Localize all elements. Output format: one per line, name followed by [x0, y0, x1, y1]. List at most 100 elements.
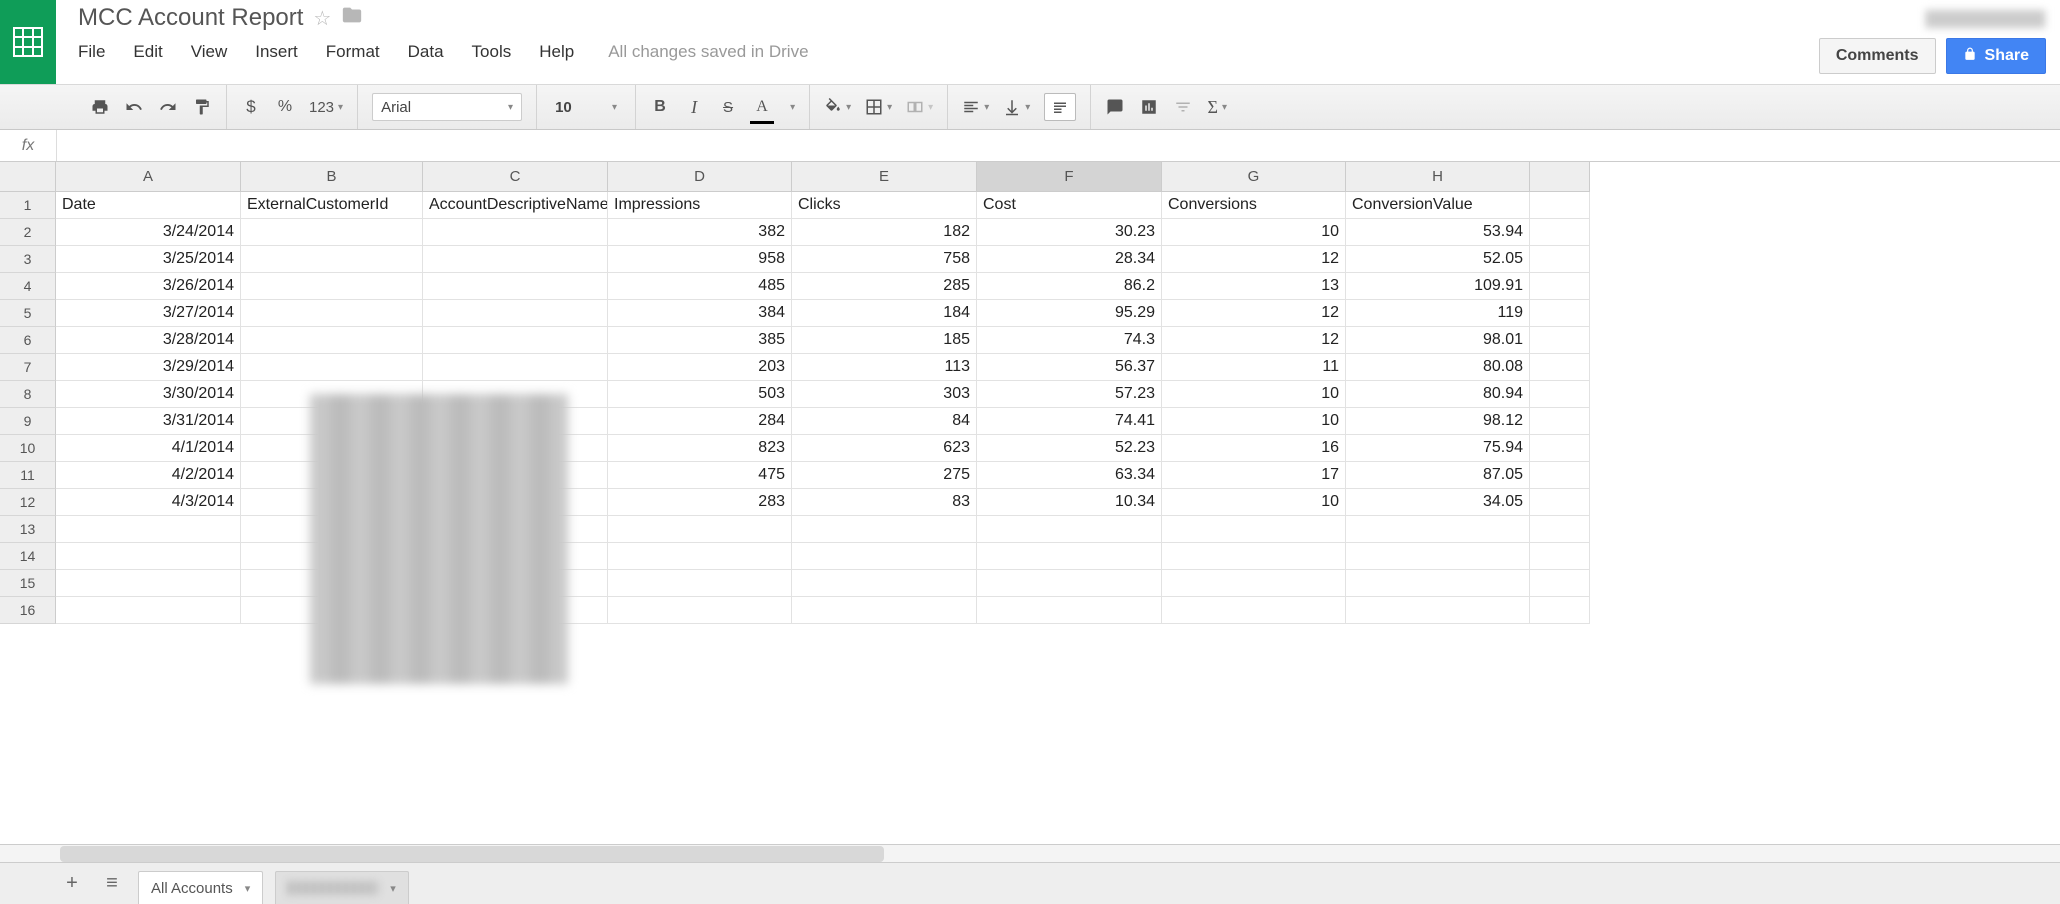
cell-D3[interactable]: 958 [608, 246, 792, 273]
cell-trailing-5[interactable] [1530, 300, 1590, 327]
cell-C5[interactable] [423, 300, 608, 327]
text-wrap-button[interactable] [1044, 93, 1076, 121]
cell-G5[interactable]: 12 [1162, 300, 1346, 327]
cell-G1[interactable]: Conversions [1162, 192, 1346, 219]
cell-F8[interactable]: 57.23 [977, 381, 1162, 408]
cell-A2[interactable]: 3/24/2014 [56, 219, 241, 246]
cell-E12[interactable]: 83 [792, 489, 977, 516]
cell-trailing-9[interactable] [1530, 408, 1590, 435]
cell-E3[interactable]: 758 [792, 246, 977, 273]
row-header-6[interactable]: 6 [0, 327, 56, 354]
cell-D6[interactable]: 385 [608, 327, 792, 354]
menu-view[interactable]: View [191, 42, 228, 62]
row-header-11[interactable]: 11 [0, 462, 56, 489]
cell-G8[interactable]: 10 [1162, 381, 1346, 408]
cell-H6[interactable]: 98.01 [1346, 327, 1530, 354]
cell-E13[interactable] [792, 516, 977, 543]
row-header-7[interactable]: 7 [0, 354, 56, 381]
cell-H4[interactable]: 109.91 [1346, 273, 1530, 300]
row-header-10[interactable]: 10 [0, 435, 56, 462]
cell-F7[interactable]: 56.37 [977, 354, 1162, 381]
cell-H8[interactable]: 80.94 [1346, 381, 1530, 408]
cell-H15[interactable] [1346, 570, 1530, 597]
cell-A6[interactable]: 3/28/2014 [56, 327, 241, 354]
cell-G6[interactable]: 12 [1162, 327, 1346, 354]
cell-A4[interactable]: 3/26/2014 [56, 273, 241, 300]
row-header-5[interactable]: 5 [0, 300, 56, 327]
share-button[interactable]: Share [1946, 38, 2046, 74]
cell-H14[interactable] [1346, 543, 1530, 570]
format-number-dropdown[interactable]: 123▾ [309, 93, 343, 121]
cell-D4[interactable]: 485 [608, 273, 792, 300]
borders-button[interactable]: ▾ [865, 93, 892, 121]
cell-D15[interactable] [608, 570, 792, 597]
italic-button[interactable]: I [684, 93, 704, 121]
col-header-G[interactable]: G [1162, 162, 1346, 192]
cell-A15[interactable] [56, 570, 241, 597]
cell-E16[interactable] [792, 597, 977, 624]
cell-C6[interactable] [423, 327, 608, 354]
cell-E9[interactable]: 84 [792, 408, 977, 435]
menu-data[interactable]: Data [408, 42, 444, 62]
functions-button[interactable]: Σ▾ [1207, 93, 1227, 121]
cell-D9[interactable]: 284 [608, 408, 792, 435]
cell-F16[interactable] [977, 597, 1162, 624]
cell-A3[interactable]: 3/25/2014 [56, 246, 241, 273]
print-icon[interactable] [90, 93, 110, 121]
cell-H1[interactable]: ConversionValue [1346, 192, 1530, 219]
cell-E4[interactable]: 285 [792, 273, 977, 300]
cell-trailing-8[interactable] [1530, 381, 1590, 408]
cell-trailing-14[interactable] [1530, 543, 1590, 570]
cell-E2[interactable]: 182 [792, 219, 977, 246]
undo-icon[interactable] [124, 93, 144, 121]
cell-trailing-4[interactable] [1530, 273, 1590, 300]
format-percent[interactable]: % [275, 93, 295, 121]
col-header-H[interactable]: H [1346, 162, 1530, 192]
cell-trailing-7[interactable] [1530, 354, 1590, 381]
cell-trailing-13[interactable] [1530, 516, 1590, 543]
cell-A12[interactable]: 4/3/2014 [56, 489, 241, 516]
cell-F3[interactable]: 28.34 [977, 246, 1162, 273]
cell-H10[interactable]: 75.94 [1346, 435, 1530, 462]
row-header-14[interactable]: 14 [0, 543, 56, 570]
cell-H16[interactable] [1346, 597, 1530, 624]
cell-C7[interactable] [423, 354, 608, 381]
cell-A16[interactable] [56, 597, 241, 624]
select-all-corner[interactable] [0, 162, 56, 192]
add-sheet-button[interactable]: + [58, 872, 86, 895]
cell-trailing-12[interactable] [1530, 489, 1590, 516]
strikethrough-button[interactable]: S [718, 93, 738, 121]
folder-icon[interactable] [341, 4, 363, 32]
cell-F6[interactable]: 74.3 [977, 327, 1162, 354]
cell-A11[interactable]: 4/2/2014 [56, 462, 241, 489]
row-header-9[interactable]: 9 [0, 408, 56, 435]
cell-A7[interactable]: 3/29/2014 [56, 354, 241, 381]
cell-H11[interactable]: 87.05 [1346, 462, 1530, 489]
h-align-button[interactable]: ▾ [962, 93, 989, 121]
col-header-trailing[interactable] [1530, 162, 1590, 192]
formula-input[interactable] [56, 130, 2060, 161]
cell-A10[interactable]: 4/1/2014 [56, 435, 241, 462]
cell-E15[interactable] [792, 570, 977, 597]
cell-D2[interactable]: 382 [608, 219, 792, 246]
cell-H7[interactable]: 80.08 [1346, 354, 1530, 381]
merge-cells-button[interactable]: ▾ [906, 93, 933, 121]
cell-H9[interactable]: 98.12 [1346, 408, 1530, 435]
cell-A13[interactable] [56, 516, 241, 543]
font-size-select[interactable]: 10▾ [551, 99, 621, 116]
cell-F10[interactable]: 52.23 [977, 435, 1162, 462]
col-header-F[interactable]: F [977, 162, 1162, 192]
row-header-3[interactable]: 3 [0, 246, 56, 273]
cell-F13[interactable] [977, 516, 1162, 543]
cell-trailing-16[interactable] [1530, 597, 1590, 624]
cell-trailing-15[interactable] [1530, 570, 1590, 597]
sheet-tab-2[interactable]: ▾ [275, 871, 409, 904]
menu-tools[interactable]: Tools [472, 42, 512, 62]
col-header-A[interactable]: A [56, 162, 241, 192]
star-icon[interactable]: ☆ [313, 6, 331, 31]
cell-E7[interactable]: 113 [792, 354, 977, 381]
v-align-button[interactable]: ▾ [1003, 93, 1030, 121]
cell-A5[interactable]: 3/27/2014 [56, 300, 241, 327]
cell-G10[interactable]: 16 [1162, 435, 1346, 462]
paint-format-icon[interactable] [192, 93, 212, 121]
